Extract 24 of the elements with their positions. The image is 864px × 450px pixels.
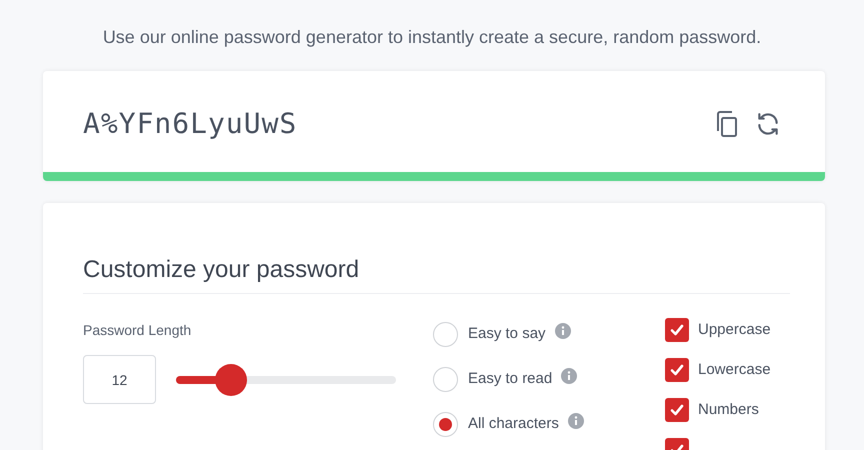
checkbox[interactable]	[665, 358, 689, 382]
slider-thumb[interactable]	[215, 364, 247, 396]
radio-button[interactable]	[433, 322, 458, 346]
checkbox-label[interactable]: Uppercase	[698, 318, 771, 342]
radio-button[interactable]	[433, 366, 458, 392]
checkmark-icon	[669, 402, 685, 418]
radio-label[interactable]: All characters	[468, 412, 559, 436]
radio-label[interactable]: Easy to read	[468, 368, 552, 390]
checkbox[interactable]	[665, 318, 689, 342]
checkbox-label[interactable]: Lowercase	[698, 358, 771, 382]
refresh-icon[interactable]	[755, 110, 781, 136]
checkbox-label[interactable]: Numbers	[698, 398, 759, 422]
checkmark-icon	[669, 362, 685, 378]
subtitle: Use our online password generator to instantly create a secure, random password.	[102, 26, 762, 49]
password-text: A%YFn6LyuUwS	[83, 106, 298, 142]
length-slider[interactable]	[176, 364, 396, 396]
copy-icon[interactable]	[715, 110, 739, 138]
radio-label[interactable]: Easy to say	[468, 322, 546, 346]
radio-button[interactable]	[433, 412, 458, 436]
checkbox[interactable]	[665, 398, 689, 422]
length-field[interactable]: 12	[83, 355, 156, 404]
checkmark-icon	[669, 322, 685, 338]
section-title: Customize your password	[83, 255, 360, 285]
length-label: Password Length	[83, 321, 192, 340]
